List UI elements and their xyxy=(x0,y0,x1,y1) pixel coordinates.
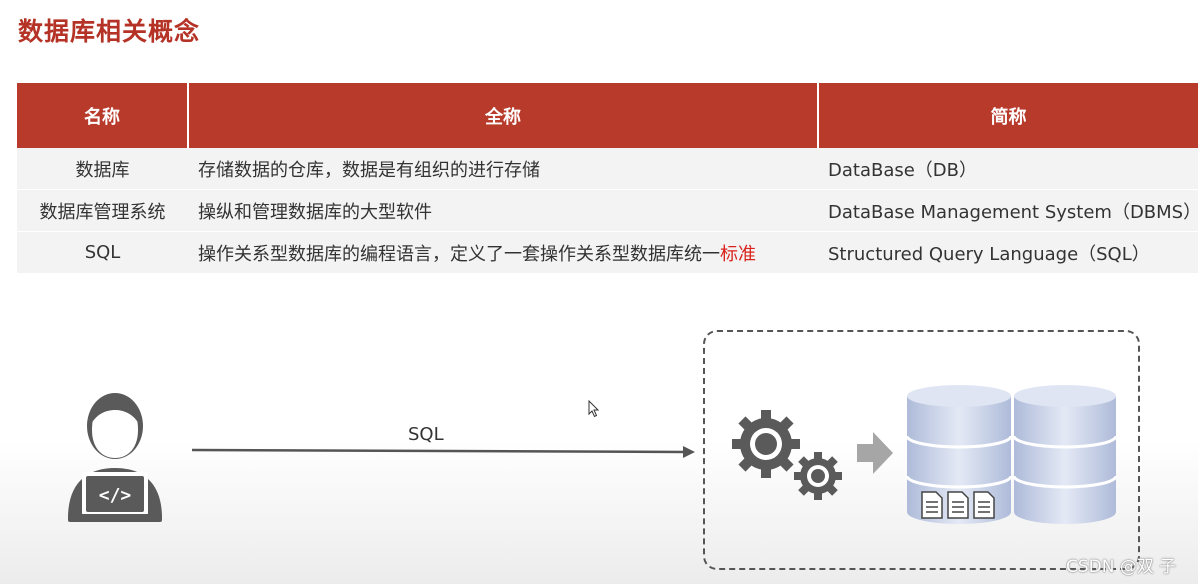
page-title: 数据库相关概念 xyxy=(18,17,201,46)
arrow-right-icon xyxy=(857,432,893,474)
database-icon xyxy=(1012,385,1118,524)
cell-name: 数据库管理系统 xyxy=(17,189,188,232)
table-header-row: 名称 全称 简称 xyxy=(17,83,1198,148)
table-row: SQL 操作关系型数据库的编程语言，定义了一套操作关系型数据库统一标准 Stru… xyxy=(17,231,1198,274)
arrow-label: SQL xyxy=(408,424,444,445)
cursor-icon xyxy=(588,400,600,418)
concepts-table: 名称 全称 简称 数据库 存储数据的仓库，数据是有组织的进行存储 DataBas… xyxy=(17,83,1198,274)
documents-icon xyxy=(921,491,995,519)
developer-icon: </> xyxy=(68,393,162,522)
sql-arrow xyxy=(191,446,695,458)
cell-abbreviation: DataBase（DB） xyxy=(818,148,1198,190)
gears-icon xyxy=(732,410,842,500)
header-abbreviation: 简称 xyxy=(818,83,1198,148)
table-row: 数据库管理系统 操纵和管理数据库的大型软件 DataBase Managemen… xyxy=(17,189,1198,232)
cell-full-name-text: 操作关系型数据库的编程语言，定义了一套操作关系型数据库统一 xyxy=(198,243,720,265)
highlight-text: 标准 xyxy=(720,243,756,265)
cell-abbreviation: Structured Query Language（SQL） xyxy=(818,231,1198,274)
cell-name: SQL xyxy=(17,231,188,274)
header-name: 名称 xyxy=(17,83,189,148)
cell-abbreviation: DataBase Management System（DBMS） xyxy=(818,189,1198,232)
header-full-name: 全称 xyxy=(188,83,819,148)
cell-full-name: 操作关系型数据库的编程语言，定义了一套操作关系型数据库统一标准 xyxy=(188,231,818,274)
cell-full-name: 操纵和管理数据库的大型软件 xyxy=(188,189,818,232)
watermark: CSDN @双 子 xyxy=(1066,557,1177,577)
cell-full-name: 存储数据的仓库，数据是有组织的进行存储 xyxy=(188,148,818,190)
table-row: 数据库 存储数据的仓库，数据是有组织的进行存储 DataBase（DB） xyxy=(17,148,1198,190)
cell-name: 数据库 xyxy=(17,148,188,190)
svg-text:</>: </> xyxy=(99,485,132,506)
